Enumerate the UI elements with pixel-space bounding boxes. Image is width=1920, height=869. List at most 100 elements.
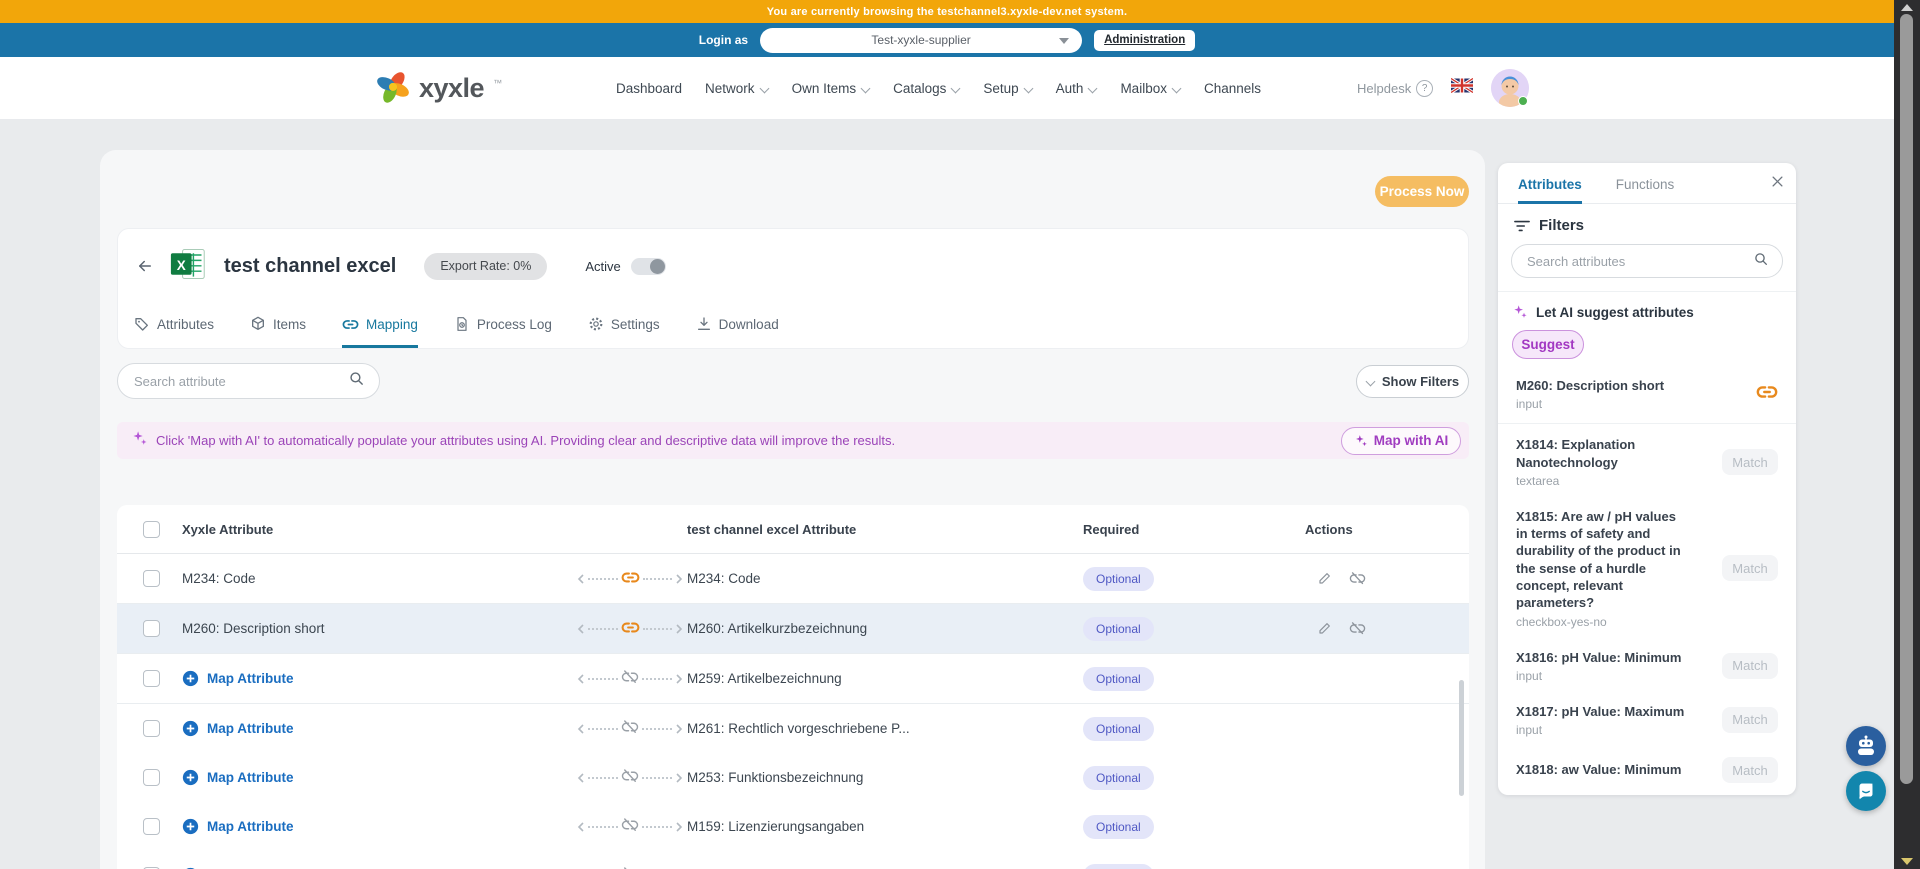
chevron-down-icon xyxy=(861,84,870,93)
header-required: Required xyxy=(1083,522,1305,537)
link-broken-icon xyxy=(621,865,639,869)
tab-mapping[interactable]: Mapping xyxy=(342,303,418,348)
row-checkbox[interactable] xyxy=(143,818,160,835)
logo[interactable]: xyxle ™ xyxy=(375,68,502,109)
close-icon[interactable] xyxy=(1768,172,1786,190)
dev-environment-banner: You are currently browsing the testchann… xyxy=(0,0,1894,23)
sidebar-tab-functions[interactable]: Functions xyxy=(1616,177,1675,204)
tab-attributes[interactable]: Attributes xyxy=(134,303,214,348)
helpdesk-link[interactable]: Helpdesk ? xyxy=(1357,80,1433,97)
ai-banner-text: Click 'Map with AI' to automatically pop… xyxy=(156,433,1341,448)
row-checkbox[interactable] xyxy=(143,670,160,687)
ai-assistant-button[interactable] xyxy=(1846,726,1886,766)
nav-catalogs[interactable]: Catalogs xyxy=(893,81,960,96)
logo-text: xyxle xyxy=(419,73,484,104)
attribute-type: input xyxy=(1516,723,1688,737)
sidebar-tab-attributes[interactable]: Attributes xyxy=(1518,177,1582,204)
suggest-button[interactable]: Suggest xyxy=(1512,330,1584,359)
chevron-down-icon xyxy=(1024,84,1033,93)
list-item[interactable]: M260: Description short input xyxy=(1498,367,1796,421)
robot-icon xyxy=(1854,734,1878,758)
list-item[interactable]: X1814: Explanation Nanotechnology textar… xyxy=(1498,426,1796,498)
process-now-button[interactable]: Process Now xyxy=(1375,176,1469,207)
row-checkbox[interactable] xyxy=(143,620,160,637)
user-avatar[interactable] xyxy=(1491,69,1529,107)
list-item[interactable]: X1816: pH Value: Minimum input Match xyxy=(1498,639,1796,693)
map-attribute-button[interactable]: Map Attribute xyxy=(182,769,573,786)
back-arrow-icon[interactable] xyxy=(134,255,156,277)
table-scrollbar-thumb[interactable] xyxy=(1459,680,1464,796)
nav-network[interactable]: Network xyxy=(705,81,769,96)
mapping-connector xyxy=(573,865,687,869)
export-rate-badge: Export Rate: 0% xyxy=(424,253,547,280)
attribute-suggestion-list: M260: Description short input X1814: Exp… xyxy=(1498,367,1796,793)
unlink-icon[interactable] xyxy=(1349,570,1366,587)
list-item[interactable]: X1818: aw Value: Minimum Match xyxy=(1498,747,1796,793)
chevron-down-icon xyxy=(1088,84,1097,93)
row-checkbox[interactable] xyxy=(143,769,160,786)
chevron-down-icon xyxy=(1172,84,1181,93)
active-toggle[interactable] xyxy=(631,258,666,275)
sidebar-search-input[interactable] xyxy=(1525,253,1753,270)
search-icon[interactable] xyxy=(348,370,365,392)
table-row: Map Attribute M159: Lizenzierungsangaben… xyxy=(117,802,1469,851)
logo-icon xyxy=(375,68,411,109)
search-input[interactable] xyxy=(132,373,348,390)
link-connected-icon xyxy=(621,568,640,590)
required-badge: Optional xyxy=(1083,717,1154,741)
nav-own-items[interactable]: Own Items xyxy=(792,81,871,96)
map-attribute-button[interactable]: Map Attribute xyxy=(182,720,573,737)
row-checkbox[interactable] xyxy=(143,720,160,737)
nav-mailbox[interactable]: Mailbox xyxy=(1120,81,1181,96)
login-as-select[interactable]: Test-xyxle-supplier xyxy=(760,28,1082,53)
chevron-down-icon xyxy=(760,84,769,93)
tab-process-log[interactable]: Process Log xyxy=(454,303,552,348)
search-icon[interactable] xyxy=(1753,251,1769,272)
unlink-icon[interactable] xyxy=(1349,620,1366,637)
channel-attribute: M159: Lizenzierungsangaben xyxy=(687,819,1083,834)
xyxle-attribute: M234: Code xyxy=(182,571,573,586)
map-attribute-button[interactable]: Map Attribute xyxy=(182,670,573,687)
tab-items[interactable]: Items xyxy=(250,303,306,348)
link-connected-icon xyxy=(1756,381,1778,408)
match-button[interactable]: Match xyxy=(1722,707,1778,733)
nav-dashboard[interactable]: Dashboard xyxy=(616,81,682,96)
match-button[interactable]: Match xyxy=(1722,555,1778,581)
filter-icon xyxy=(1514,219,1530,233)
browser-scrollbar xyxy=(1894,0,1920,869)
attribute-type: input xyxy=(1516,397,1688,411)
select-all-checkbox[interactable] xyxy=(143,521,160,538)
edit-icon[interactable] xyxy=(1317,620,1333,637)
language-flag-uk-icon[interactable] xyxy=(1451,78,1473,98)
nav-setup[interactable]: Setup xyxy=(983,81,1032,96)
match-button[interactable]: Match xyxy=(1722,757,1778,783)
tab-download[interactable]: Download xyxy=(696,303,779,348)
match-button[interactable]: Match xyxy=(1722,449,1778,475)
chat-support-button[interactable] xyxy=(1846,771,1886,811)
nav-auth[interactable]: Auth xyxy=(1056,81,1098,96)
logo-trademark: ™ xyxy=(493,78,502,88)
map-with-ai-button[interactable]: Map with AI xyxy=(1341,427,1461,455)
scrollbar-thumb[interactable] xyxy=(1900,14,1913,784)
edit-icon[interactable] xyxy=(1317,570,1333,587)
scroll-down-arrow[interactable] xyxy=(1901,858,1913,865)
channel-attribute: M261: Rechtlich vorgeschriebene P... xyxy=(687,721,1083,736)
nav-channels[interactable]: Channels xyxy=(1204,81,1261,96)
match-button[interactable]: Match xyxy=(1722,653,1778,679)
scroll-up-arrow[interactable] xyxy=(1901,4,1913,11)
dev-banner-text: You are currently browsing the testchann… xyxy=(767,6,1127,18)
tab-settings[interactable]: Settings xyxy=(588,303,660,348)
table-row: Map Attribute M259: Artikelbezeichnung O… xyxy=(117,654,1469,704)
show-filters-button[interactable]: Show Filters xyxy=(1356,365,1469,398)
list-item[interactable]: X1815: Are aw / pH values in terms of sa… xyxy=(1498,498,1796,639)
list-item[interactable]: X1817: pH Value: Maximum input Match xyxy=(1498,693,1796,747)
login-as-label: Login as xyxy=(699,33,748,47)
channel-attribute: M234: Code xyxy=(687,571,1083,586)
channel-attribute: M259: Artikelbezeichnung xyxy=(687,671,1083,686)
row-checkbox[interactable] xyxy=(143,570,160,587)
administration-button[interactable]: Administration xyxy=(1094,30,1195,51)
chevron-down-icon xyxy=(1366,377,1375,386)
sparkles-icon xyxy=(1512,304,1528,320)
header-actions: Actions xyxy=(1305,522,1469,537)
map-attribute-button[interactable]: Map Attribute xyxy=(182,818,573,835)
